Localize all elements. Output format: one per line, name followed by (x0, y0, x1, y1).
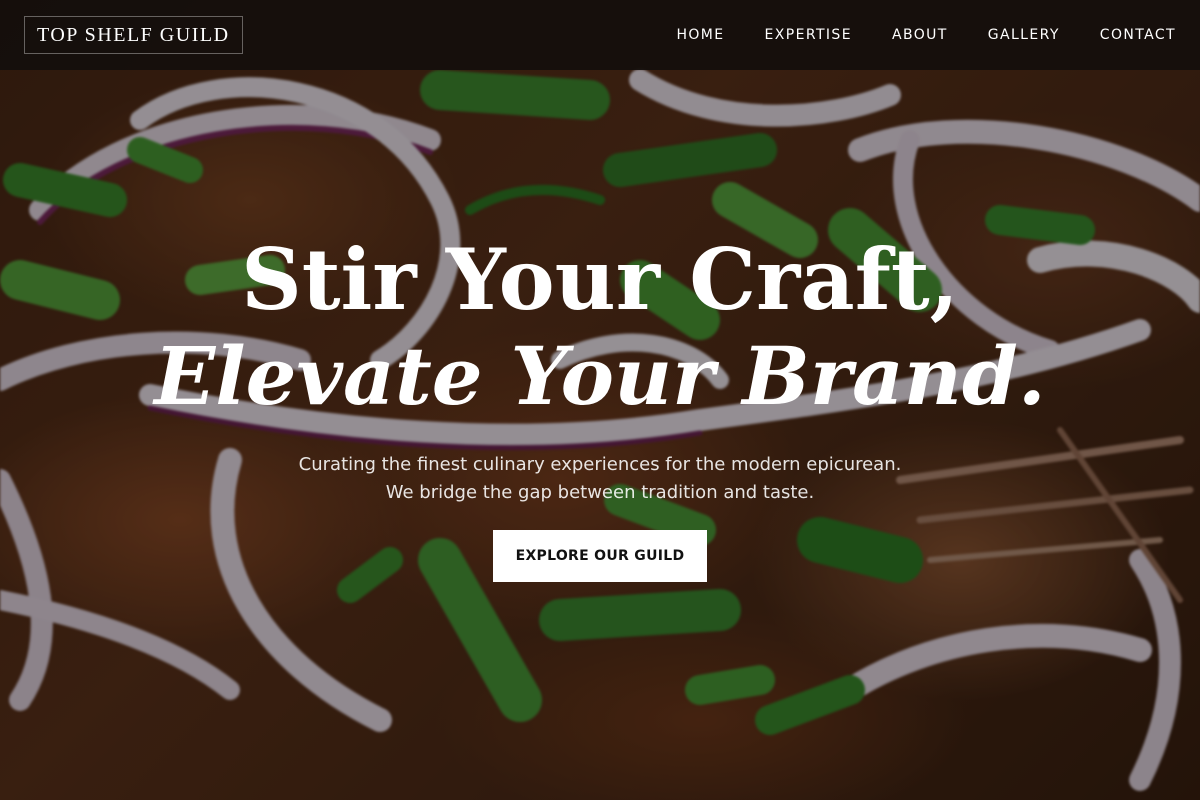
hero-headline: Stir Your Craft, Elevate Your Brand. (0, 232, 1200, 424)
headline-line-1: Stir Your Craft, (241, 230, 959, 329)
top-navigation-bar: TOP SHELF GUILD HOME EXPERTISE ABOUT GAL… (0, 0, 1200, 70)
subtitle-line-2: We bridge the gap between tradition and … (385, 482, 815, 503)
explore-guild-button[interactable]: EXPLORE OUR GUILD (493, 530, 707, 582)
headline-line-2: Elevate Your Brand. (154, 329, 1046, 423)
nav-link-about[interactable]: ABOUT (892, 27, 948, 43)
nav-link-home[interactable]: HOME (676, 27, 724, 43)
nav-link-contact[interactable]: CONTACT (1100, 27, 1176, 43)
nav-link-expertise[interactable]: EXPERTISE (765, 27, 852, 43)
brand-logo[interactable]: TOP SHELF GUILD (24, 16, 243, 54)
subtitle-line-1: Curating the finest culinary experiences… (298, 454, 902, 475)
nav-link-gallery[interactable]: GALLERY (988, 27, 1060, 43)
hero-subtitle: Curating the finest culinary experiences… (0, 451, 1200, 507)
hero-section: TOP SHELF GUILD HOME EXPERTISE ABOUT GAL… (0, 0, 1200, 800)
main-nav: HOME EXPERTISE ABOUT GALLERY CONTACT (676, 27, 1176, 43)
